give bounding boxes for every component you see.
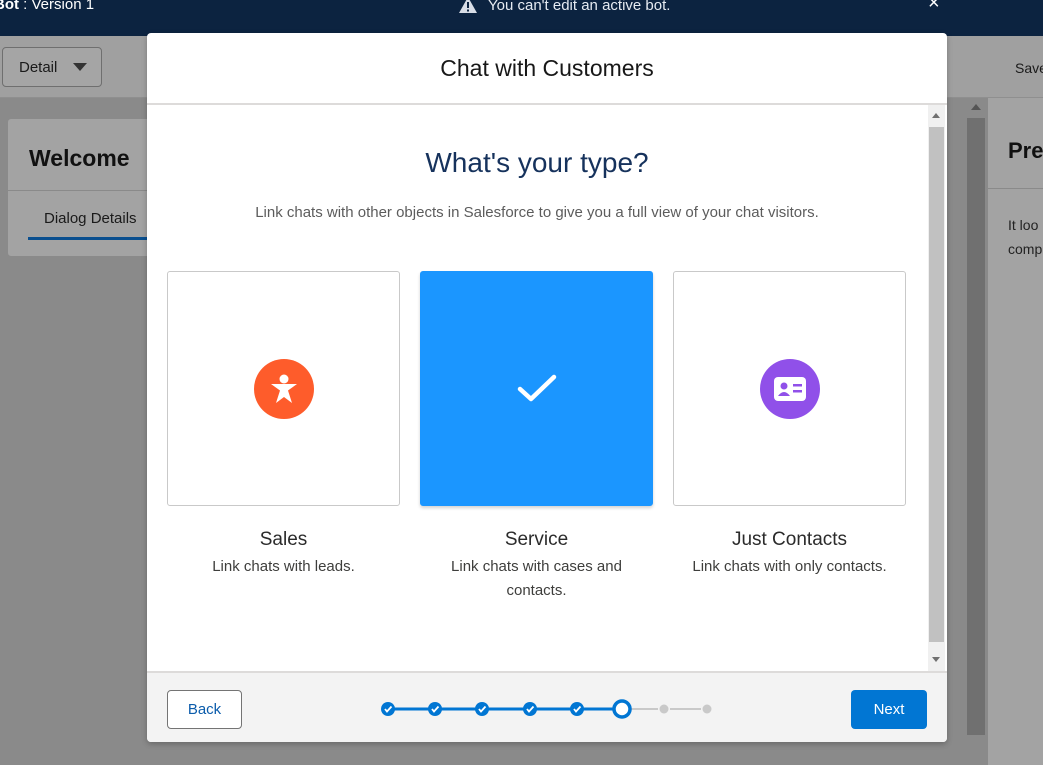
- close-icon[interactable]: ×: [928, 0, 940, 15]
- progress-step-current-icon: [612, 699, 632, 719]
- modal-body: What's your type? Link chats with other …: [147, 105, 947, 671]
- option-desc-sales: Link chats with leads.: [212, 558, 355, 575]
- progress-indicator: [381, 699, 712, 719]
- scroll-up-icon[interactable]: [932, 113, 940, 118]
- modal-footer: Back Next: [147, 671, 947, 742]
- back-button[interactable]: Back: [167, 690, 242, 729]
- progress-step-upcoming-icon: [702, 704, 712, 714]
- background-scrollbar: [967, 118, 985, 735]
- top-header-bar: Bot : Version 1 You can't edit an active…: [0, 0, 1043, 36]
- save-button[interactable]: Save: [1015, 60, 1043, 76]
- active-bot-warning: You can't edit an active bot.: [458, 0, 670, 14]
- modal-header: Chat with Customers: [147, 33, 947, 105]
- active-tab-indicator: [28, 237, 158, 240]
- progress-step-complete-icon: [570, 702, 584, 716]
- warning-icon: [458, 0, 478, 14]
- person-icon: [253, 358, 314, 419]
- contact-card-icon: [759, 358, 820, 419]
- bot-version-label: Bot : Version 1: [0, 0, 95, 13]
- chat-setup-modal: Chat with Customers What's your type? Li…: [147, 33, 947, 742]
- check-icon: [507, 359, 567, 419]
- scroll-down-icon[interactable]: [932, 657, 940, 662]
- page-heading: What's your type?: [425, 147, 649, 178]
- option-label-sales: Sales: [259, 529, 308, 550]
- option-label-service: Service: [504, 529, 569, 550]
- option-label-just-contacts: Just Contacts: [731, 529, 848, 550]
- progress-step-complete-icon: [381, 702, 395, 716]
- background-scroll-up-icon: [971, 104, 981, 110]
- modal-title: Chat with Customers: [440, 54, 654, 81]
- progress-step-upcoming-icon: [659, 704, 669, 714]
- progress-step-complete-icon: [475, 702, 489, 716]
- option-desc-just-contacts: Link chats with only contacts.: [692, 558, 887, 575]
- preview-title: Pre: [1008, 138, 1043, 163]
- tab-dialog-details[interactable]: Dialog Details: [44, 210, 137, 227]
- dialog-title: Welcome: [29, 145, 130, 171]
- page-subtext: Link chats with other objects in Salesfo…: [255, 204, 819, 221]
- progress-step-complete-icon: [523, 702, 537, 716]
- next-button[interactable]: Next: [851, 690, 927, 729]
- divider: [8, 190, 156, 191]
- option-desc-service: Link chats with cases and contacts.: [451, 558, 622, 599]
- option-card-sales[interactable]: [167, 271, 400, 506]
- option-card-service[interactable]: [420, 271, 653, 506]
- modal-scrollbar[interactable]: [928, 105, 945, 671]
- divider: [988, 188, 1043, 189]
- progress-step-complete-icon: [428, 702, 442, 716]
- option-card-just-contacts[interactable]: [673, 271, 906, 506]
- preview-panel: Pre It loo comp: [987, 98, 1043, 765]
- scroll-thumb[interactable]: [929, 127, 944, 642]
- preview-text: It loo comp: [1008, 217, 1043, 257]
- detail-dropdown[interactable]: Detail: [2, 47, 102, 87]
- chevron-down-icon: [73, 63, 88, 71]
- dialog-panel: Welcome Dialog Details: [7, 118, 158, 257]
